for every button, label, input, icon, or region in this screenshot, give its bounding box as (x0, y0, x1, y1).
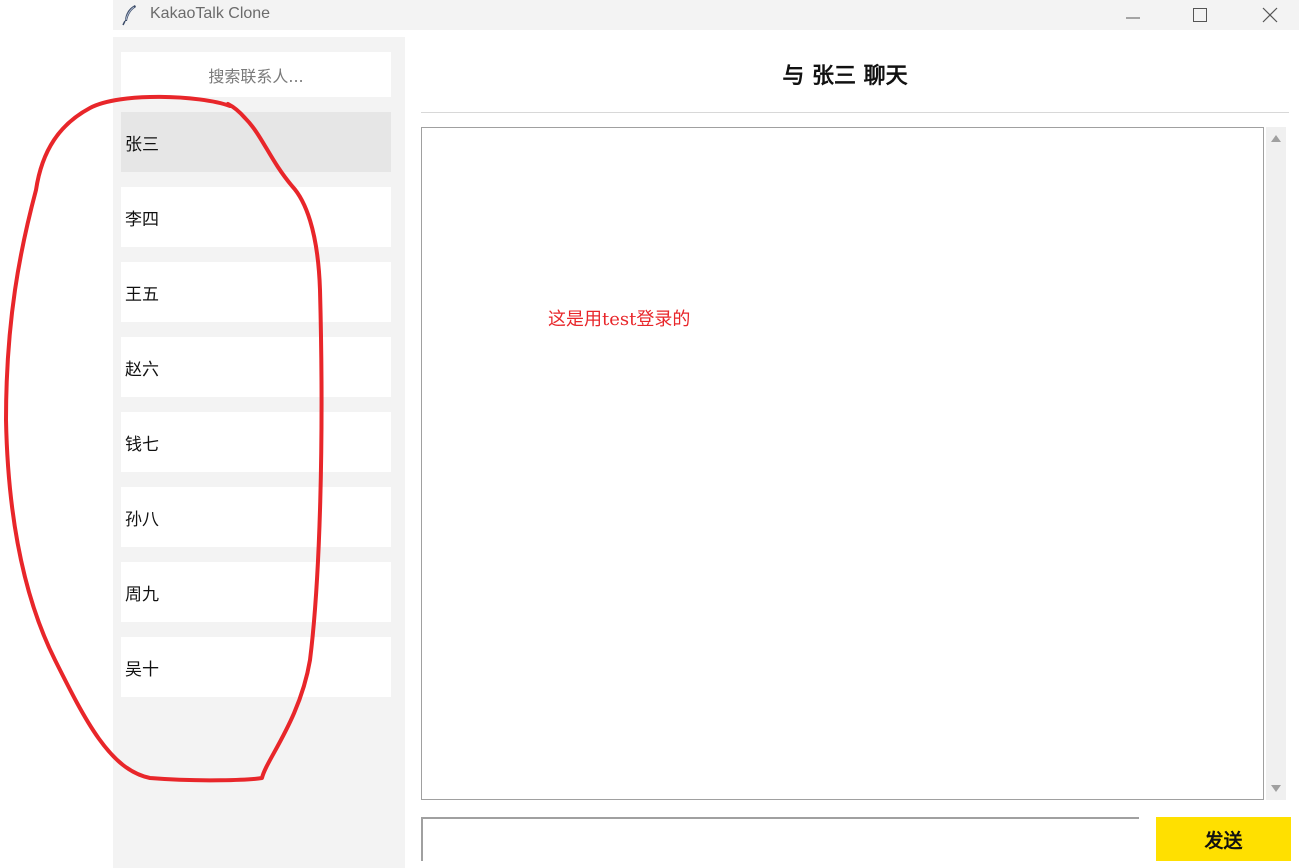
annotation-text: 这是用test登录的 (548, 309, 691, 330)
annotation-loop (4, 94, 324, 783)
